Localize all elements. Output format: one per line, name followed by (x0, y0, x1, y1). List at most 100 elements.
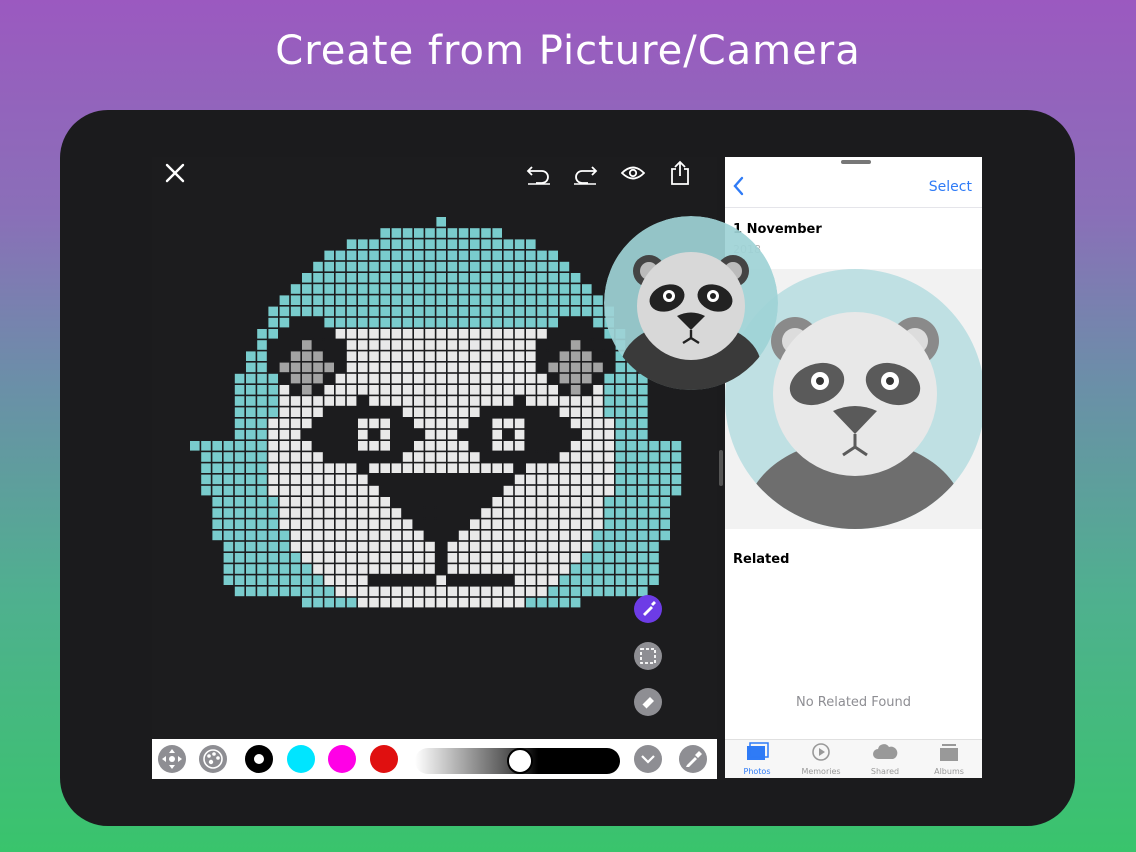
pixel-cell[interactable] (414, 284, 424, 294)
pixel-cell[interactable] (526, 284, 536, 294)
pixel-cell[interactable] (268, 519, 278, 529)
pixel-cell[interactable] (324, 273, 334, 283)
pixel-cell[interactable] (526, 418, 536, 429)
pixel-cell[interactable] (582, 351, 592, 361)
pixel-cell[interactable] (402, 586, 413, 597)
pixel-cell[interactable] (638, 385, 648, 395)
pixel-cell[interactable] (503, 497, 514, 507)
pixel-cell[interactable] (548, 407, 558, 417)
pixel-cell[interactable] (324, 284, 334, 294)
pixel-cell[interactable] (447, 564, 458, 574)
pixel-cell[interactable] (391, 564, 402, 574)
pixel-cell[interactable] (391, 351, 402, 361)
pixel-cell[interactable] (559, 441, 570, 451)
brush-tool-button[interactable] (634, 595, 662, 623)
pixel-cell[interactable] (548, 508, 558, 518)
pixel-cell[interactable] (526, 306, 536, 317)
pixel-cell[interactable] (391, 429, 402, 440)
pixel-cell[interactable] (458, 273, 469, 283)
pixel-cell[interactable] (593, 418, 603, 429)
pixel-cell[interactable] (313, 586, 323, 597)
pixel-cell[interactable] (492, 329, 502, 339)
pixel-cell[interactable] (391, 250, 402, 261)
pixel-cell[interactable] (302, 452, 312, 462)
pixel-cell[interactable] (246, 407, 256, 417)
pixel-cell[interactable] (615, 441, 626, 451)
pixel-cell[interactable] (346, 452, 357, 462)
pixel-cell[interactable] (436, 373, 446, 384)
pixel-cell[interactable] (436, 553, 446, 563)
pixel-cell[interactable] (481, 396, 491, 406)
pixel-cell[interactable] (380, 485, 390, 496)
pixel-cell[interactable] (526, 385, 536, 395)
pixel-cell[interactable] (604, 351, 614, 361)
pixel-cell[interactable] (436, 317, 446, 328)
pixel-cell[interactable] (402, 306, 413, 317)
pixel-cell[interactable] (514, 441, 525, 451)
pixel-cell[interactable] (313, 497, 323, 507)
pixel-cell[interactable] (279, 407, 290, 417)
pixel-cell[interactable] (559, 575, 570, 585)
pixel-cell[interactable] (458, 553, 469, 563)
pixel-cell[interactable] (380, 474, 390, 485)
pixel-cell[interactable] (313, 385, 323, 395)
pixel-cell[interactable] (268, 530, 278, 541)
pixel-cell[interactable] (492, 597, 502, 608)
pixel-cell[interactable] (492, 553, 502, 563)
pixel-cell[interactable] (559, 553, 570, 563)
pixel-cell[interactable] (548, 385, 558, 395)
pixel-cell[interactable] (570, 340, 581, 350)
pixel-cell[interactable] (425, 452, 435, 462)
pixel-cell[interactable] (638, 575, 648, 585)
pixel-cell[interactable] (526, 340, 536, 350)
pixel-cell[interactable] (660, 463, 670, 473)
pixel-cell[interactable] (514, 239, 525, 249)
pixel-cell[interactable] (470, 429, 480, 440)
pixel-cell[interactable] (425, 597, 435, 608)
pixel-cell[interactable] (358, 306, 368, 317)
pixel-cell[interactable] (514, 351, 525, 361)
pixel-cell[interactable] (402, 351, 413, 361)
pixel-cell[interactable] (570, 351, 581, 361)
pixel-cell[interactable] (335, 485, 346, 496)
pixel-cell[interactable] (302, 497, 312, 507)
pixel-cell[interactable] (537, 452, 547, 462)
pixel-cell[interactable] (246, 474, 256, 485)
pixel-cell[interactable] (190, 441, 200, 451)
pixel-cell[interactable] (593, 586, 603, 597)
pixel-cell[interactable] (290, 407, 301, 417)
pixel-cell[interactable] (626, 564, 637, 574)
pixel-cell[interactable] (458, 329, 469, 339)
pixel-cell[interactable] (492, 228, 502, 238)
pixel-cell[interactable] (537, 261, 547, 272)
pixel-cell[interactable] (290, 553, 301, 563)
pixel-cell[interactable] (324, 329, 334, 339)
pixel-cell[interactable] (290, 485, 301, 496)
pixel-cell[interactable] (346, 317, 357, 328)
pixel-cell[interactable] (380, 530, 390, 541)
pixel-cell[interactable] (582, 575, 592, 585)
pixel-cell[interactable] (335, 273, 346, 283)
pixel-cell[interactable] (582, 564, 592, 574)
pixel-cell[interactable] (268, 541, 278, 552)
pixel-cell[interactable] (414, 508, 424, 518)
pixel-cell[interactable] (593, 463, 603, 473)
pixel-cell[interactable] (559, 407, 570, 417)
pixel-cell[interactable] (302, 418, 312, 429)
pixel-cell[interactable] (268, 474, 278, 485)
pixel-cell[interactable] (290, 373, 301, 384)
pixel-cell[interactable] (660, 452, 670, 462)
pixel-cell[interactable] (559, 284, 570, 294)
pixel-cell[interactable] (526, 362, 536, 373)
pixel-cell[interactable] (358, 530, 368, 541)
pixel-cell[interactable] (358, 329, 368, 339)
pixel-cell[interactable] (436, 541, 446, 552)
pixel-cell[interactable] (537, 508, 547, 518)
pixel-cell[interactable] (346, 429, 357, 440)
pixel-cell[interactable] (279, 373, 290, 384)
pixel-cell[interactable] (246, 485, 256, 496)
pixel-cell[interactable] (470, 407, 480, 417)
pixel-cell[interactable] (458, 362, 469, 373)
pixel-cell[interactable] (391, 228, 402, 238)
pixel-cell[interactable] (201, 463, 211, 473)
